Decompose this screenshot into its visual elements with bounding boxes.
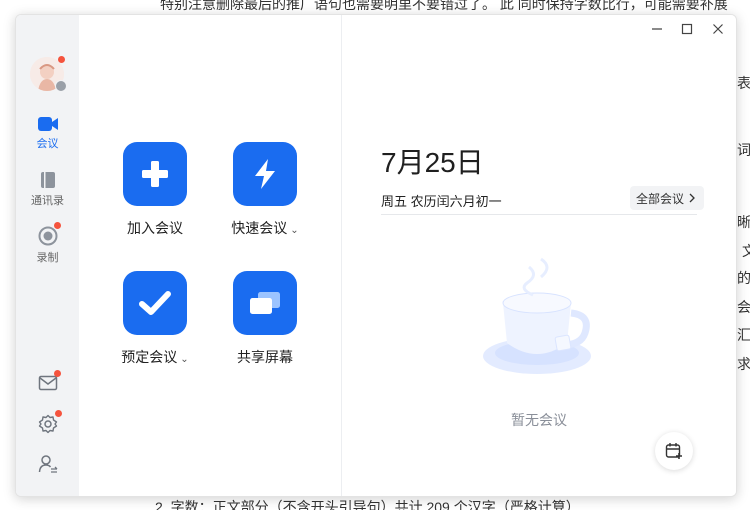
sidebar-item-label: 会议	[36, 138, 59, 150]
quick-meeting-button[interactable]	[233, 142, 297, 206]
empty-meetings-text: 暂无会议	[511, 412, 567, 428]
calendar-panel: 7月25日 周五 农历闰六月初一 全部会议 暂无会议	[342, 15, 736, 496]
share-screen-action[interactable]: 共享屏幕	[210, 271, 320, 367]
share-screen-button[interactable]	[233, 271, 297, 335]
settings-gear-icon	[38, 414, 57, 434]
maximize-icon[interactable]	[679, 21, 695, 37]
add-calendar-button[interactable]	[655, 432, 693, 470]
doc-top-line: 特别注意删除最后的推广语句也需要明里不要错过了。 此 同时保持字数比行，可能需要…	[160, 0, 728, 12]
actions-panel: 加入会议 快速会议 ⌄ 预定会议 ⌄ 共享屏幕	[79, 15, 341, 496]
user-switch-button[interactable]	[16, 454, 79, 474]
checkmark-icon	[139, 291, 171, 315]
quick-meeting-label: 快速会议	[231, 220, 288, 236]
meeting-app-window: 会议 通讯录 录制 加入会议 快速会议 ⌄ 预定会议 ⌄ 共享屏幕 7月25日 …	[15, 14, 737, 497]
all-meetings-button[interactable]: 全部会议	[630, 186, 705, 210]
sidebar-item-label: 通讯录	[31, 195, 64, 207]
chevron-down-icon[interactable]: ⌄	[180, 354, 188, 365]
status-icon	[55, 80, 67, 92]
quick-meeting-action[interactable]: 快速会议 ⌄	[210, 142, 320, 238]
mail-button[interactable]	[16, 375, 79, 391]
close-icon[interactable]	[710, 21, 726, 37]
join-meeting-label: 加入会议	[127, 220, 183, 236]
calendar-divider	[381, 214, 697, 215]
sidebar: 会议 通讯录 录制	[16, 15, 79, 496]
share-screen-label: 共享屏幕	[237, 349, 293, 365]
doc-fragment: 晰	[737, 214, 750, 230]
schedule-meeting-label: 预定会议	[121, 349, 178, 365]
schedule-meeting-action[interactable]: 预定会议 ⌄	[100, 271, 210, 367]
contacts-book-icon	[40, 172, 55, 188]
settings-button[interactable]	[16, 414, 79, 434]
sidebar-item-record[interactable]: 录制	[16, 226, 79, 265]
all-meetings-label: 全部会议	[636, 191, 685, 206]
join-meeting-button[interactable]	[123, 142, 187, 206]
calendar-add-icon	[665, 443, 682, 459]
doc-bottom-line: 2. 字数：正文部分（不含开头引导句）共计 209 个汉字（严格计算）	[155, 499, 580, 510]
record-badge	[54, 222, 61, 229]
user-switch-icon	[38, 455, 57, 473]
sidebar-item-label: 录制	[36, 252, 59, 264]
share-screen-icon	[250, 292, 280, 314]
doc-fragment: 表達	[737, 75, 750, 91]
chevron-down-icon[interactable]: ⌄	[290, 225, 298, 236]
doc-fragment: 文	[742, 243, 750, 259]
plus-icon	[142, 161, 168, 187]
settings-badge	[55, 410, 62, 417]
video-camera-icon	[37, 117, 58, 131]
avatar-badge	[58, 56, 65, 63]
chevron-right-icon	[689, 193, 695, 203]
mail-icon	[38, 375, 57, 391]
mail-badge	[54, 370, 61, 377]
lunar-date: 周五 农历闰六月初一	[381, 194, 502, 209]
doc-fragment: 汇	[737, 327, 750, 343]
doc-fragment: 求	[737, 356, 750, 372]
empty-coffee-cup-icon	[483, 257, 591, 374]
doc-fragment: 的	[737, 270, 750, 286]
lightning-icon	[255, 159, 275, 189]
minimize-icon[interactable]	[649, 21, 665, 37]
doc-fragment: 词	[737, 142, 750, 158]
doc-fragment: 会议	[737, 299, 750, 315]
sidebar-item-contacts[interactable]: 通讯录	[16, 171, 79, 208]
date-title: 7月25日	[381, 147, 484, 178]
record-icon	[38, 226, 57, 246]
schedule-meeting-button[interactable]	[123, 271, 187, 335]
sidebar-item-meeting[interactable]: 会议	[16, 116, 79, 151]
join-meeting-action[interactable]: 加入会议	[100, 142, 210, 238]
